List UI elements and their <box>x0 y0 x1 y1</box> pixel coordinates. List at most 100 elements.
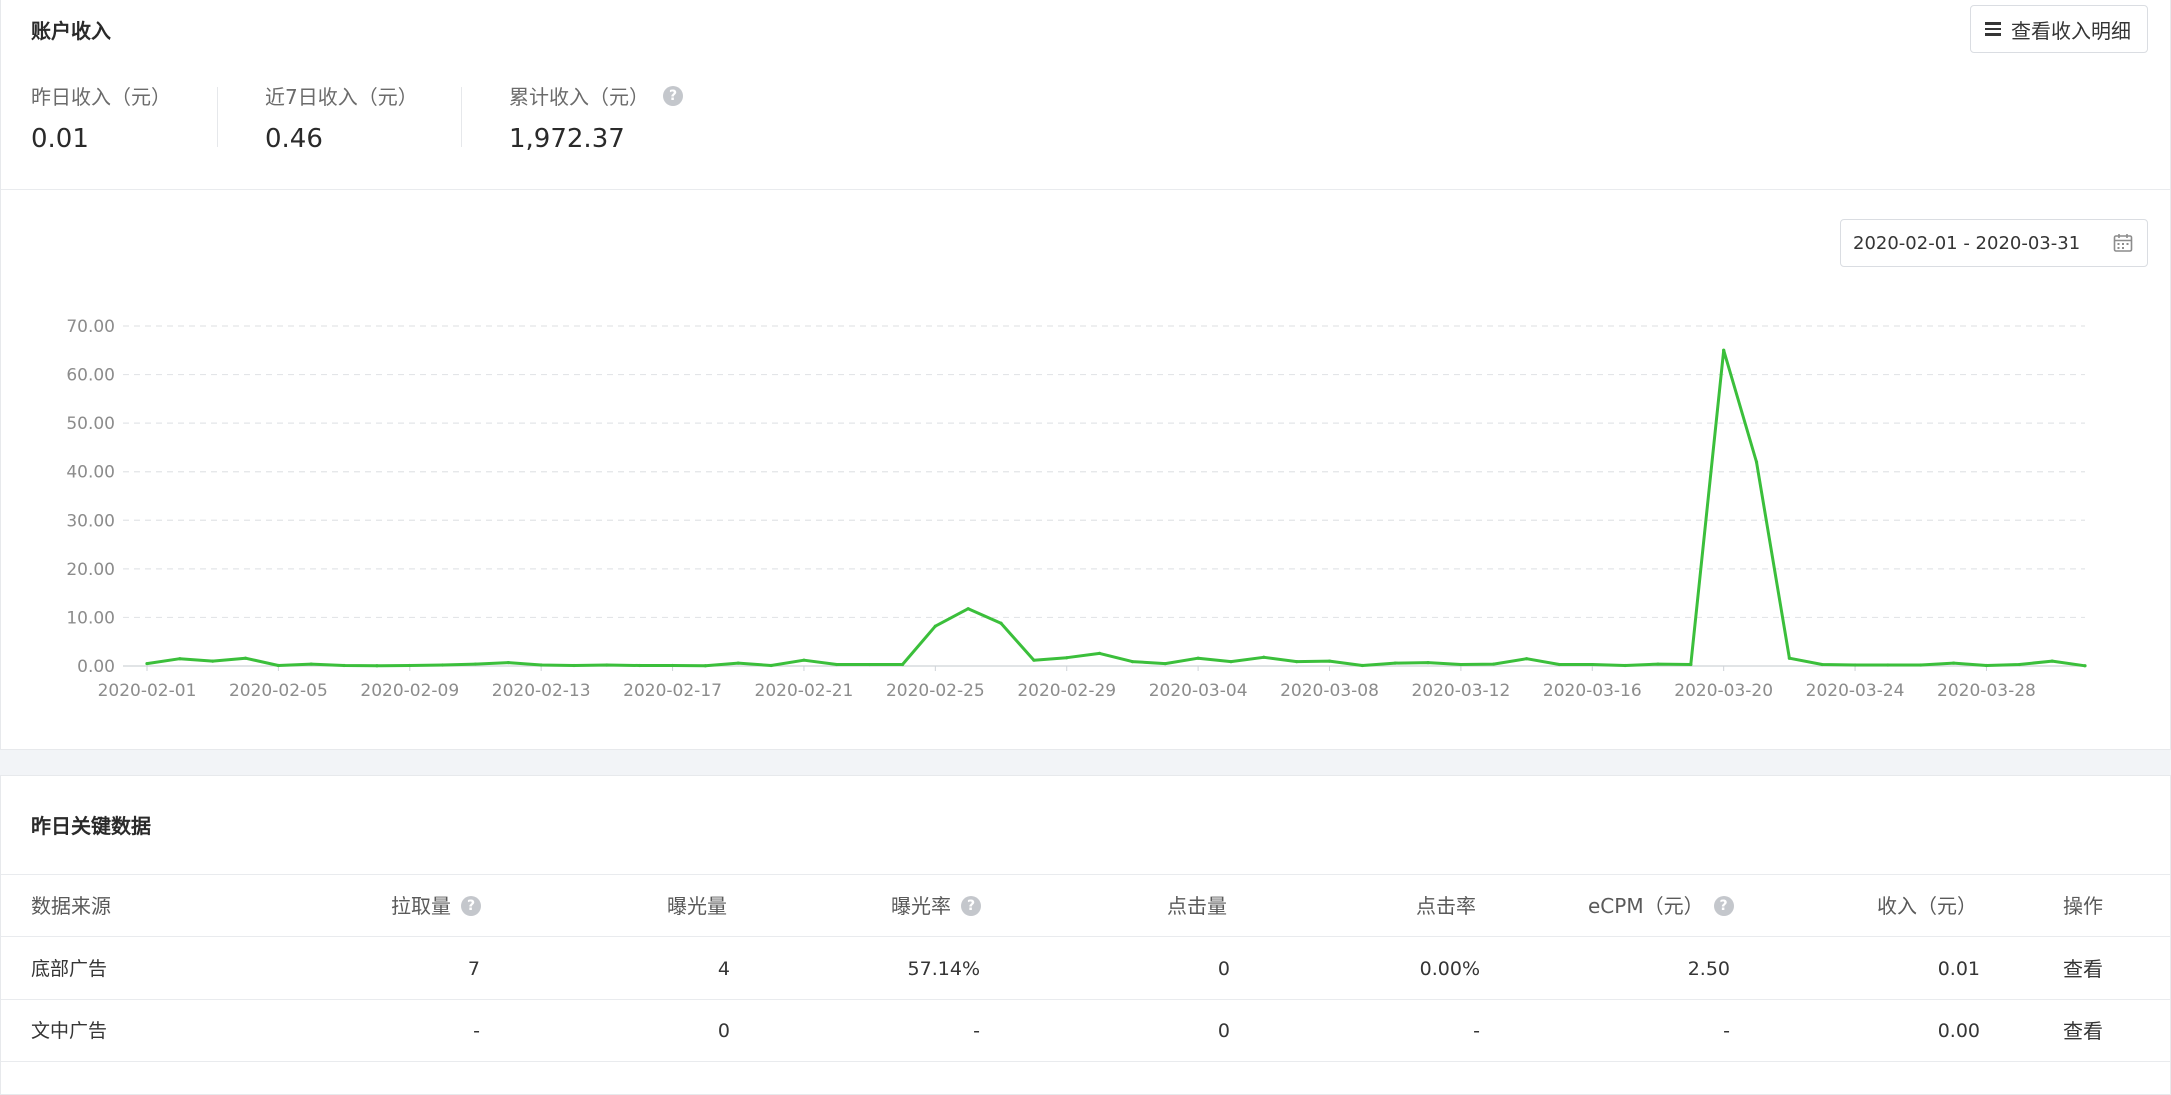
data-point[interactable] <box>1229 660 1233 664</box>
y-tick-label: 10.00 <box>66 608 115 628</box>
cell-impressions: 0 <box>717 1020 730 1042</box>
data-point[interactable] <box>2083 664 2087 668</box>
data-point[interactable] <box>2017 662 2021 667</box>
data-point[interactable] <box>933 624 937 628</box>
data-point[interactable] <box>802 658 806 662</box>
col-impression-rate-label: 曝光率 <box>891 894 951 918</box>
table-row: 文中广告 - 0 - 0 - - 0.00 查看 <box>1 1000 2170 1062</box>
date-range-picker[interactable]: 2020-02-01 - 2020-03-31 <box>1840 219 2148 267</box>
data-point[interactable] <box>1163 661 1167 666</box>
cell-source: 文中广告 <box>31 1020 108 1042</box>
data-point[interactable] <box>900 662 905 667</box>
data-point[interactable] <box>638 663 642 668</box>
data-point[interactable] <box>1722 348 1726 352</box>
income-title: 账户收入 <box>31 19 111 43</box>
data-point[interactable] <box>309 662 313 666</box>
help-icon[interactable]: ? <box>663 85 683 106</box>
x-tick-label: 2020-02-21 <box>755 681 854 701</box>
data-point[interactable] <box>1820 662 1824 667</box>
data-point[interactable] <box>1919 663 1923 667</box>
data-point[interactable] <box>1886 663 1890 667</box>
data-point[interactable] <box>1393 661 1397 665</box>
cell-ecpm: 2.50 <box>1687 958 1730 980</box>
data-point[interactable] <box>1557 662 1562 667</box>
data-point[interactable] <box>1032 658 1036 662</box>
x-tick-label: 2020-03-04 <box>1149 681 1248 701</box>
view-income-detail-button[interactable]: 查看收入明细 <box>1970 5 2148 53</box>
x-tick-label: 2020-03-08 <box>1280 681 1379 701</box>
data-point[interactable] <box>473 662 478 666</box>
data-point[interactable] <box>670 663 675 668</box>
col-ecpm: eCPM（元）? <box>1588 875 1734 937</box>
data-point[interactable] <box>243 656 248 660</box>
data-point[interactable] <box>1754 460 1759 464</box>
data-point[interactable] <box>1623 663 1627 668</box>
col-requests-label: 拉取量 <box>391 894 451 918</box>
y-tick-label: 30.00 <box>66 511 115 531</box>
x-tick-label: 2020-03-20 <box>1674 681 1773 701</box>
data-point[interactable] <box>1590 662 1594 667</box>
divider <box>1 189 2170 190</box>
data-point[interactable] <box>539 663 543 667</box>
x-tick-label: 2020-02-13 <box>492 681 591 701</box>
data-point[interactable] <box>703 664 708 668</box>
data-point[interactable] <box>1492 662 1496 666</box>
stat-total-label: 累计收入（元） <box>509 85 649 109</box>
data-point[interactable] <box>1130 660 1135 664</box>
data-point[interactable] <box>2050 659 2054 663</box>
x-tick-label: 2020-03-16 <box>1543 681 1642 701</box>
data-point[interactable] <box>342 663 346 668</box>
data-point[interactable] <box>1097 651 1102 655</box>
data-point[interactable] <box>1426 661 1430 665</box>
col-ctr: 点击率 <box>1416 894 1476 918</box>
key-data-card: 昨日关键数据 数据来源 拉取量? 曝光量 曝光率? 点击量 点击率 eCPM（元… <box>0 775 2171 1095</box>
cell-view-link[interactable]: 查看 <box>2063 938 2103 1000</box>
data-point[interactable] <box>145 661 149 666</box>
data-point[interactable] <box>868 662 872 667</box>
data-point[interactable] <box>1459 662 1463 667</box>
data-point[interactable] <box>769 663 773 668</box>
data-point[interactable] <box>1787 656 1791 660</box>
key-data-title: 昨日关键数据 <box>31 814 151 838</box>
data-point[interactable] <box>572 663 576 668</box>
data-point[interactable] <box>835 662 839 667</box>
data-point[interactable] <box>1295 660 1299 664</box>
x-tick-label: 2020-02-25 <box>886 681 985 701</box>
cell-impressions: 4 <box>717 958 730 980</box>
stat-yesterday-label: 昨日收入（元） <box>31 85 171 109</box>
data-point[interactable] <box>605 663 609 667</box>
cell-requests: - <box>473 1020 480 1042</box>
help-icon[interactable]: ? <box>461 895 481 916</box>
cell-view-link[interactable]: 查看 <box>2063 1000 2103 1062</box>
cell-ctr: 0.00% <box>1419 958 1480 980</box>
data-point[interactable] <box>1196 656 1200 660</box>
data-point[interactable] <box>375 664 379 668</box>
help-icon[interactable]: ? <box>961 895 981 916</box>
data-point[interactable] <box>1524 657 1529 661</box>
data-point[interactable] <box>1262 655 1266 659</box>
data-point[interactable] <box>1689 662 1693 667</box>
data-point[interactable] <box>1327 659 1332 663</box>
data-point[interactable] <box>1656 662 1660 666</box>
stat-total: 累计收入（元） ? 1,972.37 <box>509 81 683 154</box>
data-point[interactable] <box>1984 663 1989 668</box>
data-point[interactable] <box>966 607 970 611</box>
data-point[interactable] <box>1952 661 1956 665</box>
data-point[interactable] <box>1065 656 1069 660</box>
y-tick-label: 0.00 <box>77 657 115 677</box>
data-point[interactable] <box>1853 663 1857 667</box>
data-point[interactable] <box>506 661 510 665</box>
data-point[interactable] <box>999 621 1003 625</box>
data-point[interactable] <box>1360 663 1364 668</box>
col-ecpm-label: eCPM（元） <box>1588 894 1704 918</box>
data-point[interactable] <box>736 661 740 665</box>
data-point[interactable] <box>178 657 182 661</box>
data-point[interactable] <box>408 663 412 668</box>
help-icon[interactable]: ? <box>1713 895 1734 916</box>
x-tick-label: 2020-02-05 <box>229 681 328 701</box>
data-point[interactable] <box>441 663 445 667</box>
x-tick-label: 2020-02-17 <box>623 681 722 701</box>
data-point[interactable] <box>211 659 215 663</box>
data-point[interactable] <box>276 663 280 668</box>
cell-income: 0.00 <box>1937 1020 1980 1042</box>
